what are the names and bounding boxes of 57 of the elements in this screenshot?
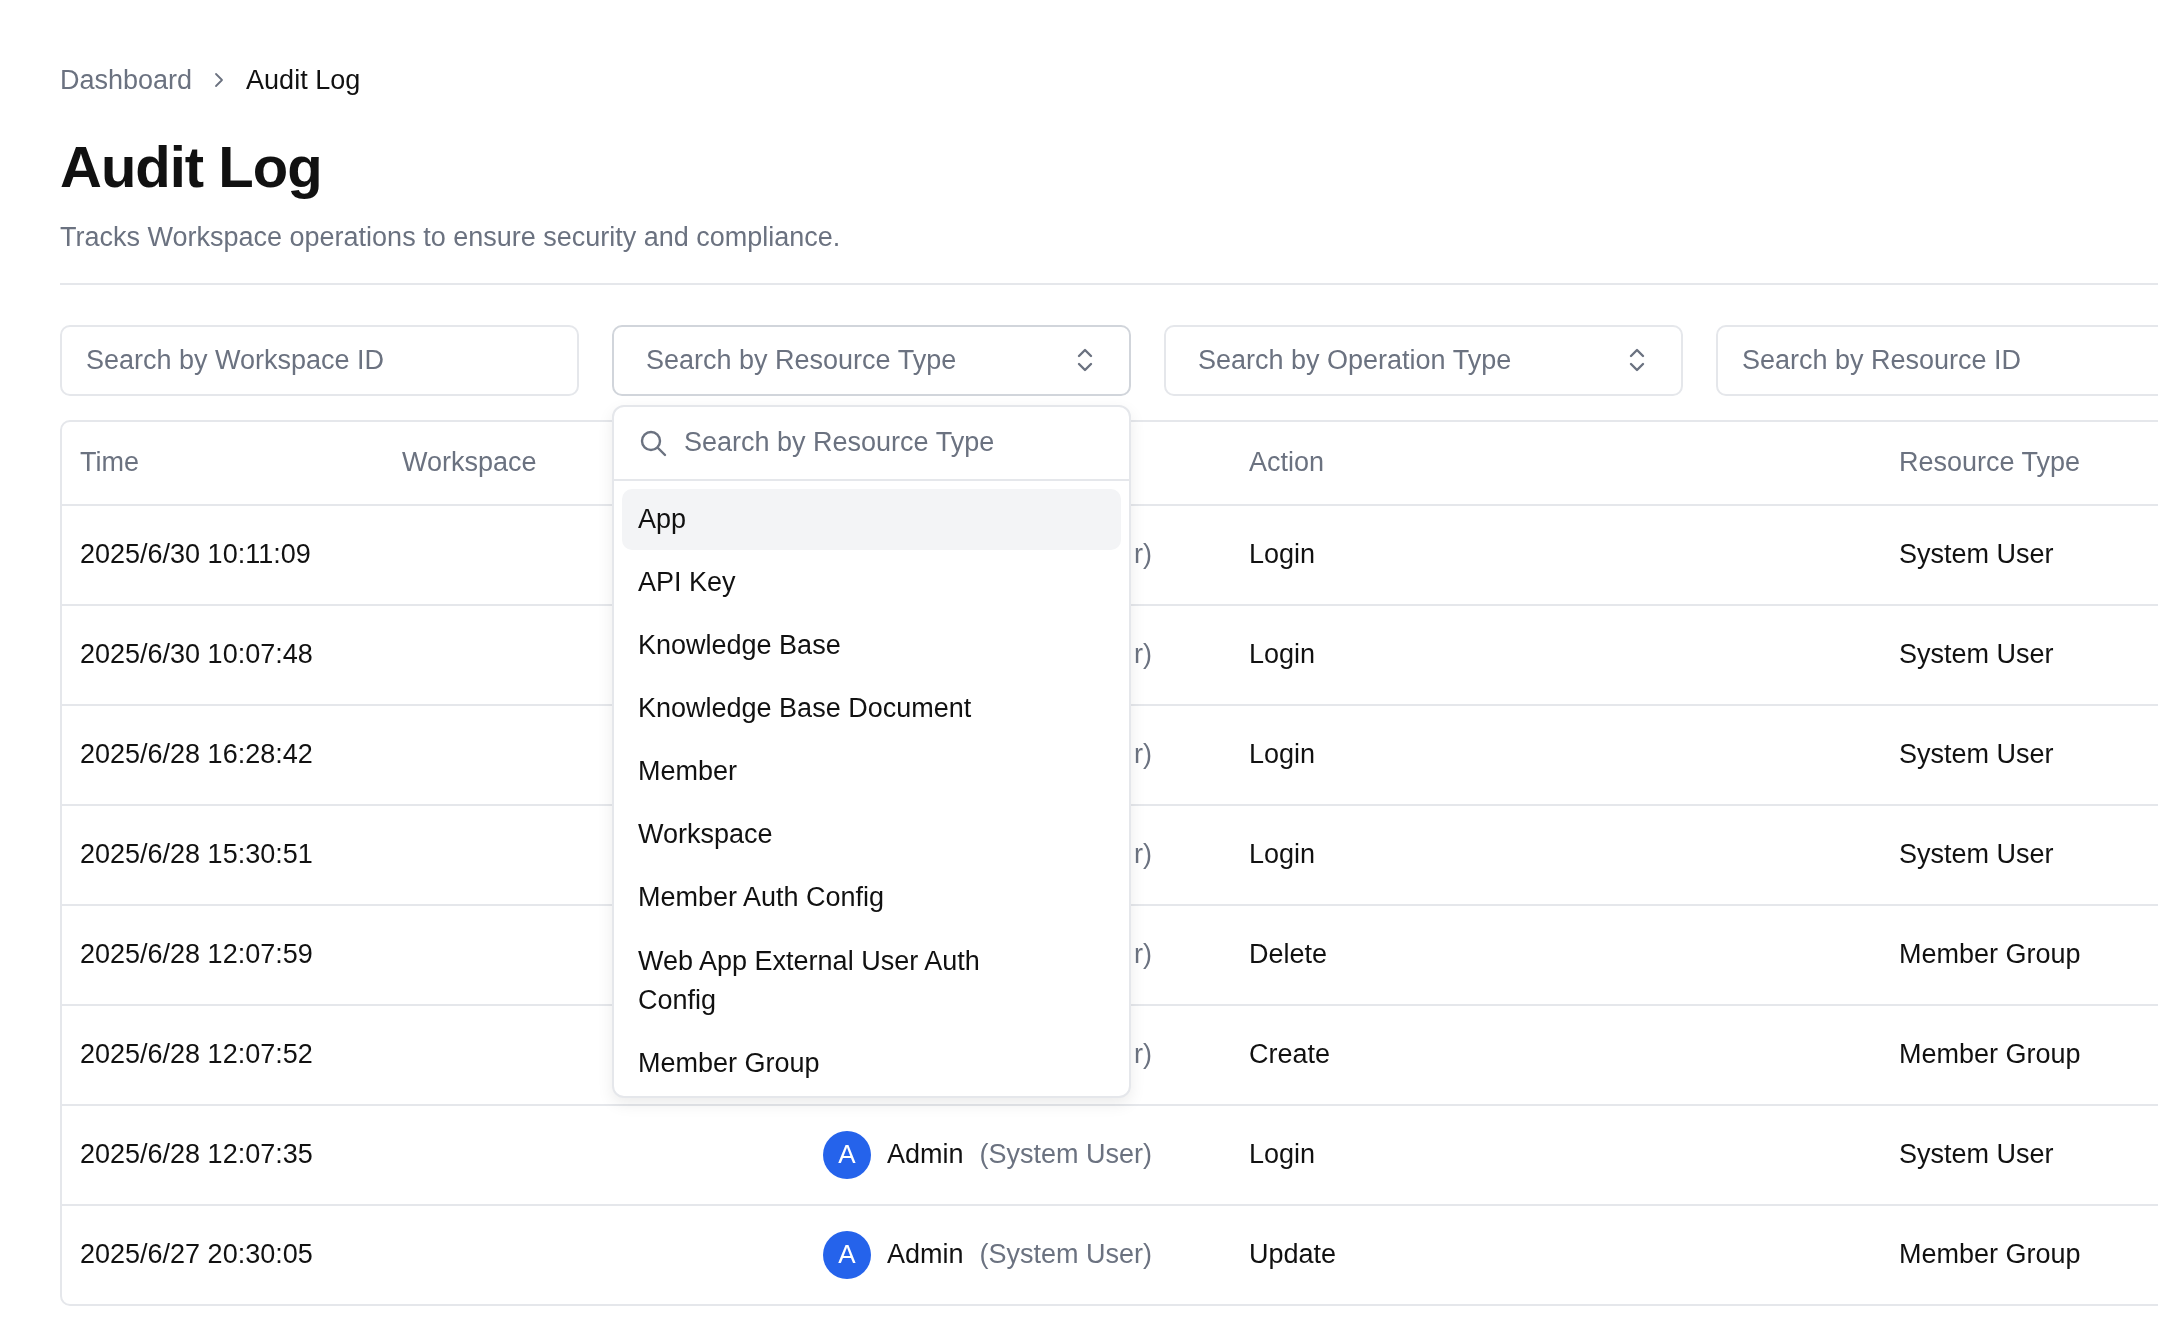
table-cell: Member Group: [1899, 1039, 2081, 1070]
dropdown-option[interactable]: Member Group: [622, 1032, 1121, 1094]
table-cell: System User: [1899, 739, 2054, 770]
table-cell: System User: [1899, 639, 2054, 670]
search-field[interactable]: Search by Resource ID: [1716, 324, 2158, 396]
table-cell: 2025/6/30 10:07:48: [80, 639, 313, 670]
operator-role: r): [1134, 539, 1152, 571]
dropdown-option[interactable]: Knowledge Base: [622, 614, 1121, 676]
table-cell: Member Group: [1899, 1239, 2081, 1270]
table-cell: 2025/6/28 12:07:59: [80, 939, 313, 970]
dropdown-option[interactable]: API Key: [622, 551, 1121, 613]
table-cell: 2025/6/30 10:11:09: [80, 539, 311, 570]
user-avatar: A: [822, 1130, 871, 1179]
page-title: Audit Log: [60, 133, 323, 201]
table-cell: Update: [1249, 1239, 1337, 1270]
table-cell: Login: [1249, 739, 1316, 770]
dropdown-search-field[interactable]: Search by Resource Type: [614, 406, 1129, 481]
dropdown-option[interactable]: Member Auth Config: [622, 867, 1121, 929]
dropdown-option[interactable]: Knowledge Base Document: [622, 678, 1121, 740]
table-cell: Login: [1249, 639, 1316, 670]
column-header: Resource Type: [1899, 447, 2081, 478]
breadcrumb-link[interactable]: Dashboard: [60, 64, 193, 96]
table-cell: Delete: [1249, 939, 1328, 970]
operator-role: (System User): [979, 1239, 1152, 1271]
page-subtitle: Tracks Workspace operations to ensure security and compliance.: [60, 221, 842, 253]
table-cell: 2025/6/28 12:07:35: [80, 1139, 313, 1170]
dropdown-option[interactable]: Member: [622, 741, 1121, 803]
table-cell: Login: [1249, 1139, 1316, 1170]
operator-role: (System User): [979, 1139, 1152, 1171]
user-avatar: A: [822, 1230, 871, 1279]
column-header: Workspace: [402, 447, 537, 478]
operator-role: r): [1134, 839, 1152, 871]
select-field[interactable]: Search by Operation Type: [1164, 324, 1683, 396]
column-header: Time: [80, 447, 139, 478]
operator-name: Admin: [886, 1239, 964, 1271]
table-cell: 2025/6/27 20:30:05: [80, 1239, 313, 1270]
operator-name: Admin: [886, 1139, 964, 1171]
operator-role: r): [1134, 739, 1152, 771]
table-cell: System User: [1899, 539, 2054, 570]
operator-role: r): [1134, 939, 1152, 971]
search-field[interactable]: Search by Workspace ID: [60, 324, 579, 396]
table-cell: Member Group: [1899, 939, 2081, 970]
dropdown-option[interactable]: Workspace: [622, 804, 1121, 866]
select-field[interactable]: Search by Resource Type: [612, 324, 1131, 396]
table-cell: System User: [1899, 839, 2054, 870]
table-cell: 2025/6/28 15:30:51: [80, 839, 313, 870]
dropdown-option[interactable]: Web App External User Auth Config: [622, 930, 1121, 1031]
table-cell: System User: [1899, 1139, 2054, 1170]
operator-role: r): [1134, 1039, 1152, 1071]
dropdown-option[interactable]: App: [622, 488, 1121, 550]
table-cell: Create: [1249, 1039, 1331, 1070]
table-cell: 2025/6/28 16:28:42: [80, 739, 313, 770]
table-cell: 2025/6/28 12:07:52: [80, 1039, 313, 1070]
table-cell: Login: [1249, 539, 1316, 570]
operator-role: r): [1134, 639, 1152, 671]
table-cell: Login: [1249, 839, 1316, 870]
column-header: Action: [1249, 447, 1325, 478]
